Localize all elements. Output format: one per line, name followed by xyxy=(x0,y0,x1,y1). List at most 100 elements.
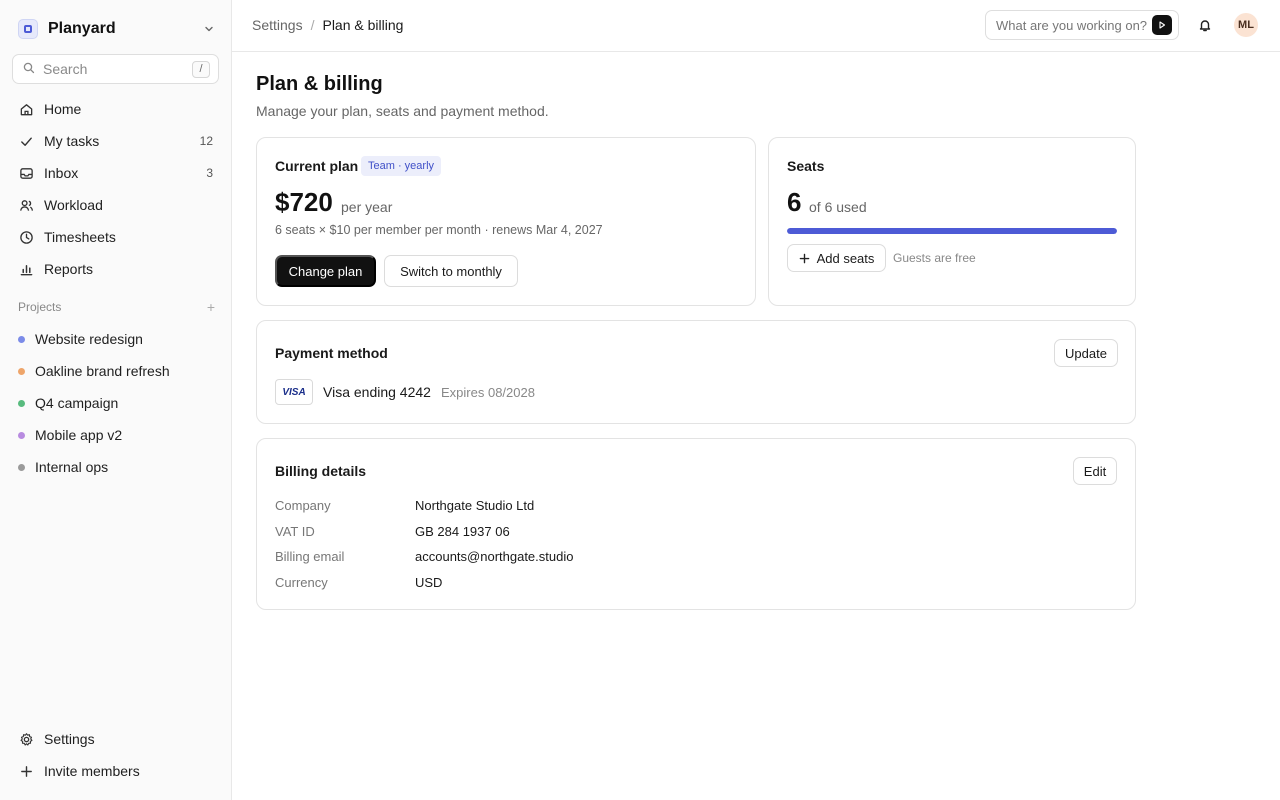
billing-details-card: Billing details Edit Company Northgate S… xyxy=(256,438,1136,610)
home-icon xyxy=(18,101,34,117)
sidebar-item-timesheets[interactable]: Timesheets xyxy=(8,221,224,253)
plan-detail: 6 seats × $10 per member per month · ren… xyxy=(275,223,603,237)
update-payment-button[interactable]: Update xyxy=(1054,339,1118,367)
sidebar-item-label: Invite members xyxy=(44,763,140,779)
ask-input[interactable]: What are you working on? xyxy=(985,10,1179,40)
sidebar-item-label: Timesheets xyxy=(44,229,116,245)
bell-icon[interactable] xyxy=(1197,17,1213,33)
topbar: Settings / Plan & billing What are you w… xyxy=(232,0,1280,52)
project-color-dot xyxy=(18,335,25,343)
check-icon xyxy=(18,133,34,149)
billing-details-title: Billing details xyxy=(275,463,367,479)
bar-chart-icon xyxy=(18,261,34,277)
project-color-dot xyxy=(18,367,25,375)
billing-field-label: VAT ID xyxy=(275,524,315,539)
page-subtitle: Manage your plan, seats and payment meth… xyxy=(256,103,549,119)
clock-icon xyxy=(18,229,34,245)
current-plan-card: Current plan Team · yearly $720 per year… xyxy=(256,137,756,306)
sidebar-item-settings[interactable]: Settings xyxy=(8,723,224,755)
project-mobile-app-v2[interactable]: Mobile app v2 xyxy=(8,419,224,451)
seats-of-total: of 6 used xyxy=(809,199,867,215)
breadcrumb-current: Plan & billing xyxy=(322,17,404,33)
bottom-nav: Settings Invite members xyxy=(8,723,224,787)
project-oakline-brand-refresh[interactable]: Oakline brand refresh xyxy=(8,355,224,387)
project-color-dot xyxy=(18,463,25,471)
plan-price: $720 xyxy=(275,187,333,217)
sidebar-item-invite-members[interactable]: Invite members xyxy=(8,755,224,787)
workspace-name: Planyard xyxy=(48,20,116,37)
avatar[interactable]: ML xyxy=(1234,13,1258,37)
switch-to-monthly-button[interactable]: Switch to monthly xyxy=(384,255,518,287)
sidebar-item-my-tasks[interactable]: My tasks 12 xyxy=(8,125,224,157)
current-plan-title: Current plan xyxy=(275,158,359,174)
card-ending: Visa ending 4242 xyxy=(323,384,431,400)
search-placeholder: Search xyxy=(43,61,88,77)
visa-card-icon: VISA xyxy=(275,379,313,405)
task-count: 12 xyxy=(199,134,213,148)
card-expiry: Expires 08/2028 xyxy=(441,385,535,400)
inbox-icon xyxy=(18,165,34,181)
project-label: Oakline brand refresh xyxy=(35,363,170,379)
project-color-dot xyxy=(18,399,25,407)
ask-placeholder: What are you working on? xyxy=(996,17,1148,33)
page-title: Plan & billing xyxy=(256,73,383,95)
project-label: Mobile app v2 xyxy=(35,427,123,443)
projects-heading-label: Projects xyxy=(18,300,62,314)
sidebar-item-label: Workload xyxy=(44,197,103,213)
search-shortcut-key: / xyxy=(192,60,210,78)
users-icon xyxy=(18,197,34,213)
search-input[interactable]: Search / xyxy=(12,54,219,84)
breadcrumb-parent[interactable]: Settings xyxy=(252,17,303,33)
billing-field-value: accounts@northgate.studio xyxy=(415,549,574,564)
search-icon xyxy=(23,61,35,77)
edit-billing-button[interactable]: Edit xyxy=(1073,457,1117,485)
payment-method-card: Payment method Update VISA Visa ending 4… xyxy=(256,320,1136,424)
project-label: Internal ops xyxy=(35,459,109,475)
plan-badge: Team · yearly xyxy=(361,156,442,176)
billing-field-value: GB 284 1937 06 xyxy=(415,524,510,539)
chevron-down-icon[interactable] xyxy=(203,23,215,35)
plus-icon xyxy=(799,253,809,263)
add-seats-button[interactable]: Add seats xyxy=(787,244,886,272)
workspace-logo-icon xyxy=(18,19,38,39)
project-color-dot xyxy=(18,431,25,439)
add-project-icon[interactable]: + xyxy=(207,300,215,314)
seats-progress-fill xyxy=(787,228,1117,234)
sidebar-item-label: Home xyxy=(44,101,82,117)
change-plan-button[interactable]: Change plan xyxy=(275,255,376,287)
guests-note: Guests are free xyxy=(893,251,976,265)
billing-field-value: USD xyxy=(415,575,443,590)
billing-field-label: Company xyxy=(275,498,331,513)
plus-icon xyxy=(18,763,34,779)
project-website-redesign[interactable]: Website redesign xyxy=(8,323,224,355)
projects-heading: Projects + xyxy=(18,299,215,315)
breadcrumb: Settings / Plan & billing xyxy=(252,17,403,33)
projects-list: Website redesign Oakline brand refresh Q… xyxy=(8,323,224,483)
payment-method-title: Payment method xyxy=(275,345,388,361)
sidebar-item-inbox[interactable]: Inbox 3 xyxy=(8,157,224,189)
breadcrumb-separator: / xyxy=(310,17,315,33)
seats-title: Seats xyxy=(787,158,825,174)
plan-period: per year xyxy=(341,199,393,215)
sidebar: Planyard Search / Home My tasks 12 Inbox… xyxy=(0,0,232,800)
play-icon[interactable] xyxy=(1152,15,1172,35)
seats-used: 6 xyxy=(787,187,802,217)
billing-field-label: Currency xyxy=(275,575,328,590)
sidebar-item-label: Inbox xyxy=(44,165,79,181)
project-internal-ops[interactable]: Internal ops xyxy=(8,451,224,483)
sidebar-item-home[interactable]: Home xyxy=(8,93,224,125)
sidebar-item-label: Reports xyxy=(44,261,94,277)
project-label: Q4 campaign xyxy=(35,395,119,411)
inbox-count: 3 xyxy=(206,166,213,180)
seats-progress-bar xyxy=(787,228,1117,234)
add-seats-label: Add seats xyxy=(816,250,875,266)
sidebar-item-label: My tasks xyxy=(44,133,100,149)
project-q4-campaign[interactable]: Q4 campaign xyxy=(8,387,224,419)
billing-field-value: Northgate Studio Ltd xyxy=(415,498,535,513)
workspace-switcher[interactable]: Planyard xyxy=(18,18,215,40)
project-label: Website redesign xyxy=(35,331,143,347)
sidebar-item-label: Settings xyxy=(44,731,95,747)
sidebar-item-workload[interactable]: Workload xyxy=(8,189,224,221)
gear-icon xyxy=(18,731,34,747)
sidebar-item-reports[interactable]: Reports xyxy=(8,253,224,285)
